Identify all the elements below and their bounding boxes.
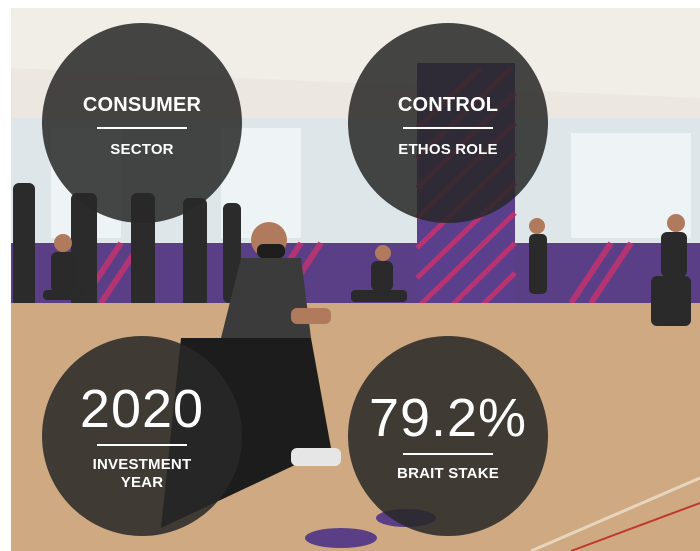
stat-circle-sector: CONSUMER SECTOR [42, 23, 242, 223]
stat-value: CONSUMER [82, 94, 202, 116]
stat-circle-ethos-role: CONTROL ETHOS ROLE [348, 23, 548, 223]
stat-circle-investment-year: 2020 INVESTMENT YEAR [42, 336, 242, 536]
stat-divider [403, 127, 493, 129]
stat-divider [97, 127, 187, 129]
stat-value: 2020 [79, 379, 205, 439]
stat-label: INVESTMENT YEAR [92, 456, 192, 491]
stat-divider [403, 453, 493, 455]
stat-label: ETHOS ROLE [398, 141, 498, 158]
stat-value: CONTROL [397, 94, 499, 116]
stat-label: SECTOR [110, 141, 174, 158]
infographic-panel: CONSUMER SECTOR CONTROL ETHOS ROLE 2020 … [0, 0, 700, 551]
stat-divider [97, 444, 187, 446]
stat-circle-brait-stake: 79.2% BRAIT STAKE [348, 336, 548, 536]
stat-value: 79.2% [368, 388, 528, 448]
stat-label: BRAIT STAKE [397, 465, 499, 482]
